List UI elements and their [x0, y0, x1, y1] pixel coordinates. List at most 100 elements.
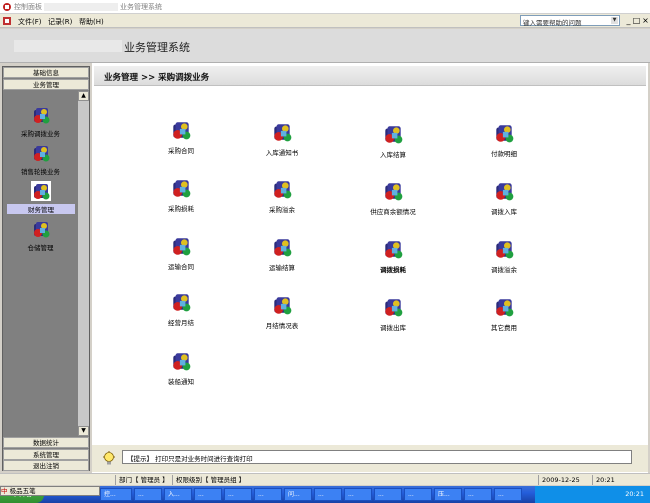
module-inbound-settlement[interactable]: 入库结算: [348, 123, 438, 159]
taskbar-item[interactable]: 压...: [434, 488, 462, 501]
module-icon: [173, 122, 191, 140]
module-label: 调拨损耗: [380, 266, 406, 274]
module-icon: [385, 299, 403, 317]
sidebar-item-label: 销售轮换业务: [21, 168, 60, 176]
module-icon: [33, 108, 49, 124]
taskbar-item[interactable]: 控...: [100, 488, 132, 501]
module-icon: [173, 353, 191, 371]
module-shipping-notice[interactable]: 装船通知: [136, 350, 226, 386]
module-label: 其它费用: [491, 324, 517, 332]
module-monthly-report[interactable]: 月结情况表: [237, 294, 327, 330]
tray-clock[interactable]: 20:21: [625, 490, 644, 498]
module-icon: [496, 241, 514, 259]
menu-help[interactable]: 帮助(H): [79, 17, 104, 27]
status-department: 部门【 管理员 】: [115, 475, 169, 485]
sidebar-item-label: 财务管理: [7, 204, 75, 214]
module-icon: [173, 238, 191, 256]
main-panel: 业务管理 >> 采购调拨业务 采购合同 入库通知书 入库结算 付款明细 采购损耗…: [92, 63, 648, 473]
close-button[interactable]: ×: [641, 16, 650, 25]
sidebar: 基础信息 业务管理 采购调拨业务 销售轮换业务 财务管理 仓储管理 ▲ ▼ 数据…: [2, 66, 90, 471]
module-payment-details[interactable]: 付款明细: [459, 122, 549, 158]
menu-file[interactable]: 文件(F): [18, 17, 42, 27]
module-monthly-close[interactable]: 经营月结: [136, 291, 226, 327]
sidebar-item-warehouse[interactable]: 仓储管理: [3, 219, 78, 252]
module-icon: [173, 294, 191, 312]
app-icon: [3, 3, 11, 11]
sidebar-list: 采购调拨业务 销售轮换业务 财务管理 仓储管理: [3, 91, 78, 436]
breadcrumb: 业务管理 >> 采购调拨业务: [104, 73, 210, 83]
taskbar-item[interactable]: ...: [314, 488, 342, 501]
module-transfer-surplus[interactable]: 调拨溢余: [459, 238, 549, 274]
restore-button[interactable]: □: [632, 16, 641, 25]
module-transport-settlement[interactable]: 运输结算: [237, 236, 327, 272]
taskbar-item[interactable]: ...: [374, 488, 402, 501]
help-search-input[interactable]: 键入需要帮助的问题 ▼: [520, 15, 620, 27]
taskbar-item[interactable]: ...: [494, 488, 522, 501]
module-icon: [385, 183, 403, 201]
sidebar-scrollbar[interactable]: ▲ ▼: [78, 91, 89, 436]
app-title: 业务管理系统: [124, 41, 190, 54]
taskbar-item[interactable]: ...: [404, 488, 432, 501]
module-label: 采购合同: [168, 147, 194, 155]
module-icon: [385, 126, 403, 144]
sidebar-btn-business[interactable]: 业务管理: [3, 79, 89, 90]
taskbar-item[interactable]: ...: [254, 488, 282, 501]
module-label: 运输合同: [168, 263, 194, 271]
taskbar-item[interactable]: ...: [194, 488, 222, 501]
sidebar-btn-logout[interactable]: 退出注销: [3, 460, 89, 471]
module-transfer-in[interactable]: 调拨入库: [459, 180, 549, 216]
ime-label: 极品五笔: [9, 487, 36, 495]
module-icon: [173, 180, 191, 198]
taskbar-item[interactable]: 入...: [164, 488, 192, 501]
module-icon: [274, 181, 292, 199]
tip-bar: 【提示】 打印只是对业务时间进行查询打印: [92, 445, 648, 472]
module-purchase-contract[interactable]: 采购合同: [136, 119, 226, 155]
module-supplier-balance[interactable]: 供应商余额情况: [348, 180, 438, 216]
menu-record[interactable]: 记录(R): [48, 17, 72, 27]
title-bar: 控制面板 - 业务管理系统: [0, 0, 650, 14]
module-label: 采购损耗: [168, 205, 194, 213]
module-transport-contract[interactable]: 运输合同: [136, 235, 226, 271]
module-label: 调拨入库: [491, 208, 517, 216]
chevron-down-icon[interactable]: ▼: [611, 17, 618, 24]
taskbar-item[interactable]: 问...: [284, 488, 312, 501]
scroll-down-icon[interactable]: ▼: [78, 426, 89, 436]
module-transfer-loss[interactable]: 调拨损耗: [348, 238, 438, 274]
help-search-text: 键入需要帮助的问题: [523, 19, 582, 27]
module-icon: [274, 297, 292, 315]
module-other-expenses[interactable]: 其它费用: [459, 296, 549, 332]
module-inbound-notice[interactable]: 入库通知书: [237, 121, 327, 157]
taskbar-item[interactable]: ...: [464, 488, 492, 501]
module-purchase-loss[interactable]: 采购损耗: [136, 177, 226, 213]
module-icon: [30, 181, 51, 201]
redacted-company: [14, 40, 122, 52]
sidebar-item-procurement[interactable]: 采购调拨业务: [3, 105, 78, 138]
module-icon: [33, 146, 49, 162]
sidebar-item-label: 仓储管理: [27, 244, 54, 252]
sidebar-btn-system[interactable]: 系统管理: [3, 449, 89, 460]
redacted-text: [44, 3, 118, 11]
module-label: 调拨出库: [380, 324, 406, 332]
taskbar-item[interactable]: ...: [224, 488, 252, 501]
scroll-up-icon[interactable]: ▲: [78, 91, 89, 101]
lightbulb-icon: [103, 451, 115, 465]
module-transfer-out[interactable]: 调拨出库: [348, 296, 438, 332]
sidebar-btn-basic-info[interactable]: 基础信息: [3, 67, 89, 78]
module-label: 经营月结: [168, 319, 194, 327]
sidebar-item-sales[interactable]: 销售轮换业务: [3, 143, 78, 176]
taskbar-item[interactable]: ...: [134, 488, 162, 501]
main-header: 业务管理 >> 采购调拨业务: [94, 66, 646, 86]
module-label: 付款明细: [491, 150, 517, 158]
sidebar-btn-statistics[interactable]: 数据统计: [3, 437, 89, 448]
module-icon: [385, 241, 403, 259]
ime-bar[interactable]: 中 极品五笔: [0, 486, 100, 496]
module-label: 供应商余额情况: [370, 208, 416, 216]
module-purchase-surplus[interactable]: 采购溢余: [237, 178, 327, 214]
taskbar-item[interactable]: ...: [344, 488, 372, 501]
status-time: 20:21: [592, 475, 615, 485]
sidebar-item-finance[interactable]: 财务管理: [3, 181, 78, 214]
system-tray: 20:21: [535, 486, 650, 503]
module-icon: [274, 124, 292, 142]
status-date: 2009-12-25: [538, 475, 580, 485]
module-label: 调拨溢余: [491, 266, 517, 274]
